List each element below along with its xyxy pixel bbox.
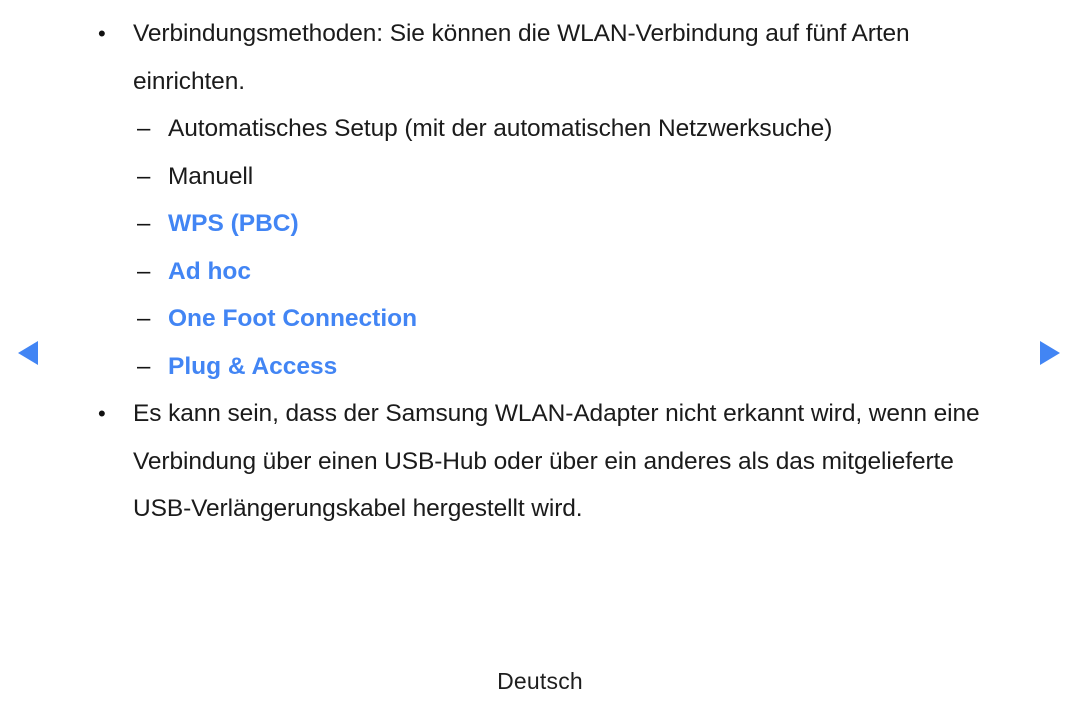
list-item-link-label[interactable]: Plug & Access — [168, 353, 337, 380]
list-item-ad-hoc[interactable]: – Ad hoc — [96, 248, 1026, 296]
dash-icon: – — [137, 210, 151, 237]
list-item-link-label[interactable]: One Foot Connection — [168, 305, 417, 332]
list-item-automatic-setup: – Automatisches Setup (mit der automatis… — [96, 105, 1026, 153]
list-item-label: Automatisches Setup (mit der automatisch… — [168, 115, 833, 142]
bullet-paragraph-connection-methods: Verbindungsmethoden: Sie können die WLAN… — [133, 20, 910, 95]
list-item-one-foot-connection[interactable]: – One Foot Connection — [96, 295, 1026, 343]
list-item-wps-pbc[interactable]: – WPS (PBC) — [96, 200, 1026, 248]
dash-icon: – — [137, 162, 151, 190]
dash-icon: – — [137, 115, 151, 142]
bullet-dot-icon: • — [98, 401, 106, 426]
bullet-paragraph-adapter-note: Es kann sein, dass der Samsung WLAN-Adap… — [133, 400, 980, 522]
footer-language-label: Deutsch — [497, 668, 583, 694]
next-page-arrow-icon[interactable] — [1040, 341, 1060, 365]
bullet-item-adapter-note: • Es kann sein, dass der Samsung WLAN-Ad… — [96, 390, 1026, 533]
list-item-link-label[interactable]: WPS (PBC) — [168, 210, 299, 237]
dash-icon: – — [137, 305, 151, 332]
connection-methods-list: – Automatisches Setup (mit der automatis… — [96, 105, 1026, 390]
prev-page-arrow-icon[interactable] — [18, 341, 38, 365]
list-item-label: Manuell — [168, 162, 254, 190]
bullet-item-connection-methods: • Verbindungsmethoden: Sie können die WL… — [96, 10, 1026, 105]
bullet-dot-icon: • — [98, 21, 106, 46]
manual-page: • Verbindungsmethoden: Sie können die WL… — [0, 0, 1080, 705]
list-item-plug-and-access[interactable]: – Plug & Access — [96, 343, 1026, 391]
list-item-manual: – Manuell — [96, 153, 1026, 201]
content-column: • Verbindungsmethoden: Sie können die WL… — [96, 10, 1026, 533]
dash-icon: – — [137, 257, 151, 285]
dash-icon: – — [137, 352, 151, 380]
list-item-link-label[interactable]: Ad hoc — [168, 258, 251, 285]
